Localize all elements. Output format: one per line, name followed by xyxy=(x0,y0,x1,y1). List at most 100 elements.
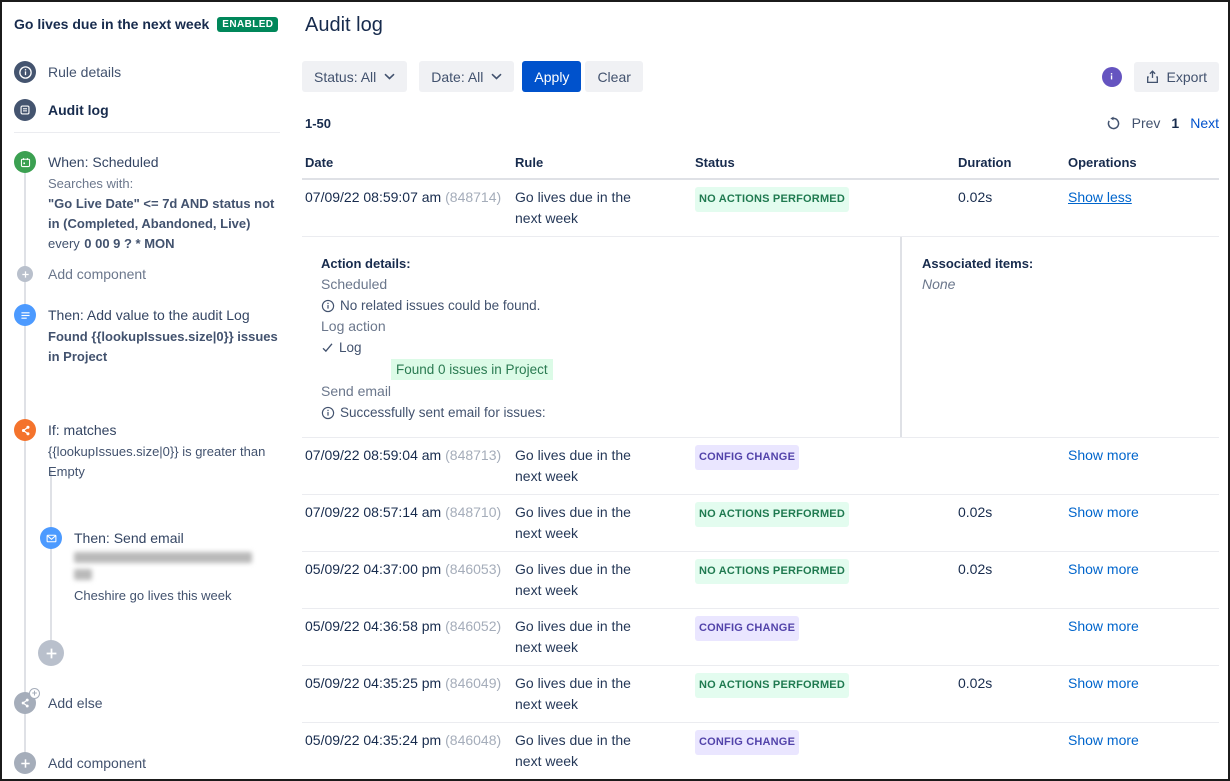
date-cell: 05/09/22 04:36:58 pm (846052) xyxy=(305,616,515,658)
check-icon xyxy=(322,343,333,353)
operations-cell: Show less xyxy=(1068,187,1219,229)
duration-cell: 0.02s xyxy=(958,504,993,520)
add-component-button-bottom[interactable]: Add component xyxy=(14,752,146,774)
chain-item-if-matches[interactable]: If: matches {{lookupIssues.size|0}} is g… xyxy=(48,422,280,482)
rule-sidebar: Go lives due in the next week ENABLED Ru… xyxy=(2,2,302,779)
show-toggle-link[interactable]: Show more xyxy=(1068,447,1139,463)
prev-page-link[interactable]: Prev xyxy=(1132,115,1161,131)
date-cell: 07/09/22 08:57:14 am (848710) xyxy=(305,502,515,544)
date-filter-dropdown[interactable]: Date: All xyxy=(419,61,515,92)
info-outline-icon xyxy=(321,299,335,312)
range-label: 1-50 xyxy=(305,115,332,131)
chevron-down-icon xyxy=(491,73,502,80)
status-cell: CONFIG CHANGE xyxy=(695,730,958,772)
send-email-note: Cheshire go lives this week xyxy=(74,588,232,603)
rule-cell: Go lives due in the next week xyxy=(515,447,631,484)
status-badge: CONFIG CHANGE xyxy=(695,730,800,755)
operations-cell: Show more xyxy=(1068,730,1219,772)
column-header-operations: Operations xyxy=(1068,155,1137,170)
table-row: 05/09/22 04:35:24 pm (846048) Go lives d… xyxy=(302,723,1219,779)
operations-cell: Show more xyxy=(1068,559,1219,601)
row-date: 05/09/22 04:36:58 pm xyxy=(305,618,442,634)
date-filter-label: Date: All xyxy=(431,68,484,85)
add-component-label: Add component xyxy=(48,755,147,771)
scheduled-info-line: No related issues could be found. xyxy=(321,295,900,316)
when-title: When: Scheduled xyxy=(48,154,159,170)
log-action-icon xyxy=(14,304,36,326)
next-page-link[interactable]: Next xyxy=(1190,115,1219,131)
page-title: Audit log xyxy=(305,14,383,36)
audit-log-icon xyxy=(14,99,36,121)
then-log-detail: Found {{lookupIssues.size|0}} issues in … xyxy=(48,329,278,364)
status-cell: NO ACTIONS PERFORMED xyxy=(695,559,958,601)
add-component-button-top[interactable]: Add component xyxy=(17,266,146,282)
enabled-badge: ENABLED xyxy=(217,16,279,32)
apply-button[interactable]: Apply xyxy=(522,61,582,92)
add-else-button[interactable]: + Add else xyxy=(14,688,103,714)
associated-items-value: None xyxy=(922,276,956,292)
duration-cell xyxy=(958,616,1068,658)
rule-name: Go lives due in the next week xyxy=(14,16,210,32)
operations-cell: Show more xyxy=(1068,616,1219,658)
show-toggle-link[interactable]: Show more xyxy=(1068,504,1139,520)
chain-item-then-send-email[interactable]: Then: Send email Cheshire go lives this … xyxy=(74,530,274,606)
add-else-label: Add else xyxy=(48,695,103,711)
show-toggle-link[interactable]: Show more xyxy=(1068,618,1139,634)
chain-item-when-scheduled[interactable]: When: Scheduled Searches with: "Go Live … xyxy=(48,154,280,254)
chain-item-then-log[interactable]: Then: Add value to the audit Log Found {… xyxy=(48,307,284,367)
send-email-info-line: Successfully sent email for issues: xyxy=(321,402,900,423)
sidebar-item-rule-details[interactable]: Rule details xyxy=(14,61,121,83)
rule-header: Go lives due in the next week ENABLED xyxy=(14,16,290,32)
row-date: 07/09/22 08:59:04 am xyxy=(305,447,442,463)
row-date: 07/09/22 08:59:07 am xyxy=(305,189,442,205)
rule-details-icon xyxy=(14,61,36,83)
show-toggle-link[interactable]: Show more xyxy=(1068,561,1139,577)
date-cell: 05/09/22 04:37:00 pm (846053) xyxy=(305,559,515,601)
status-filter-dropdown[interactable]: Status: All xyxy=(302,61,408,92)
log-check-line: Log xyxy=(321,337,900,358)
row-id: (846048) xyxy=(445,732,502,748)
date-cell: 07/09/22 08:59:07 am (848714) xyxy=(305,187,515,229)
column-header-duration: Duration xyxy=(958,155,1012,170)
when-cron: every 0 00 9 ? * MON xyxy=(48,236,175,251)
plus-icon xyxy=(17,266,33,282)
duration-cell xyxy=(958,730,1068,772)
condition-icon xyxy=(14,419,36,441)
automation-rule-screen: Go lives due in the next week ENABLED Ru… xyxy=(0,0,1230,781)
chevron-down-icon xyxy=(384,73,395,80)
duration-cell xyxy=(958,445,1068,487)
column-header-date: Date xyxy=(305,155,334,170)
show-toggle-link[interactable]: Show more xyxy=(1068,675,1139,691)
row-id: (848714) xyxy=(445,189,502,205)
status-badge: NO ACTIONS PERFORMED xyxy=(695,559,849,584)
then-log-title: Then: Add value to the audit Log xyxy=(48,307,250,323)
associated-items-heading: Associated items: xyxy=(922,256,1034,271)
status-badge: NO ACTIONS PERFORMED xyxy=(695,502,849,527)
show-toggle-link[interactable]: Show less xyxy=(1068,189,1132,205)
export-button[interactable]: Export xyxy=(1133,61,1219,92)
rule-cell: Go lives due in the next week xyxy=(515,618,631,655)
table-row: 07/09/22 08:59:04 am (848713) Go lives d… xyxy=(302,438,1219,495)
info-icon[interactable] xyxy=(1101,66,1122,87)
branch-connector-line xyxy=(50,470,52,653)
date-cell: 05/09/22 04:35:25 pm (846049) xyxy=(305,673,515,715)
send-email-icon xyxy=(40,527,62,549)
refresh-icon[interactable] xyxy=(1106,116,1121,131)
chain-connector-line xyxy=(24,162,26,763)
audit-log-label: Audit log xyxy=(48,102,109,118)
when-query: "Go Live Date" <= 7d AND status not in (… xyxy=(48,196,275,231)
log-check-text: Log xyxy=(339,340,362,355)
show-toggle-link[interactable]: Show more xyxy=(1068,732,1139,748)
filter-bar: Status: All Date: All Apply Clear Export xyxy=(302,61,1219,92)
info-outline-icon xyxy=(321,406,335,419)
add-branch-action-button[interactable] xyxy=(38,640,64,666)
sidebar-item-audit-log[interactable]: Audit log xyxy=(14,99,109,121)
send-email-title: Then: Send email xyxy=(74,530,184,546)
status-cell: CONFIG CHANGE xyxy=(695,445,958,487)
plus-badge-icon: + xyxy=(29,688,40,699)
action-details-section: Action details: Scheduled No related iss… xyxy=(302,237,902,437)
column-header-rule: Rule xyxy=(515,155,544,170)
clear-button[interactable]: Clear xyxy=(585,61,643,92)
rule-cell: Go lives due in the next week xyxy=(515,732,631,769)
status-cell: NO ACTIONS PERFORMED xyxy=(695,502,958,544)
